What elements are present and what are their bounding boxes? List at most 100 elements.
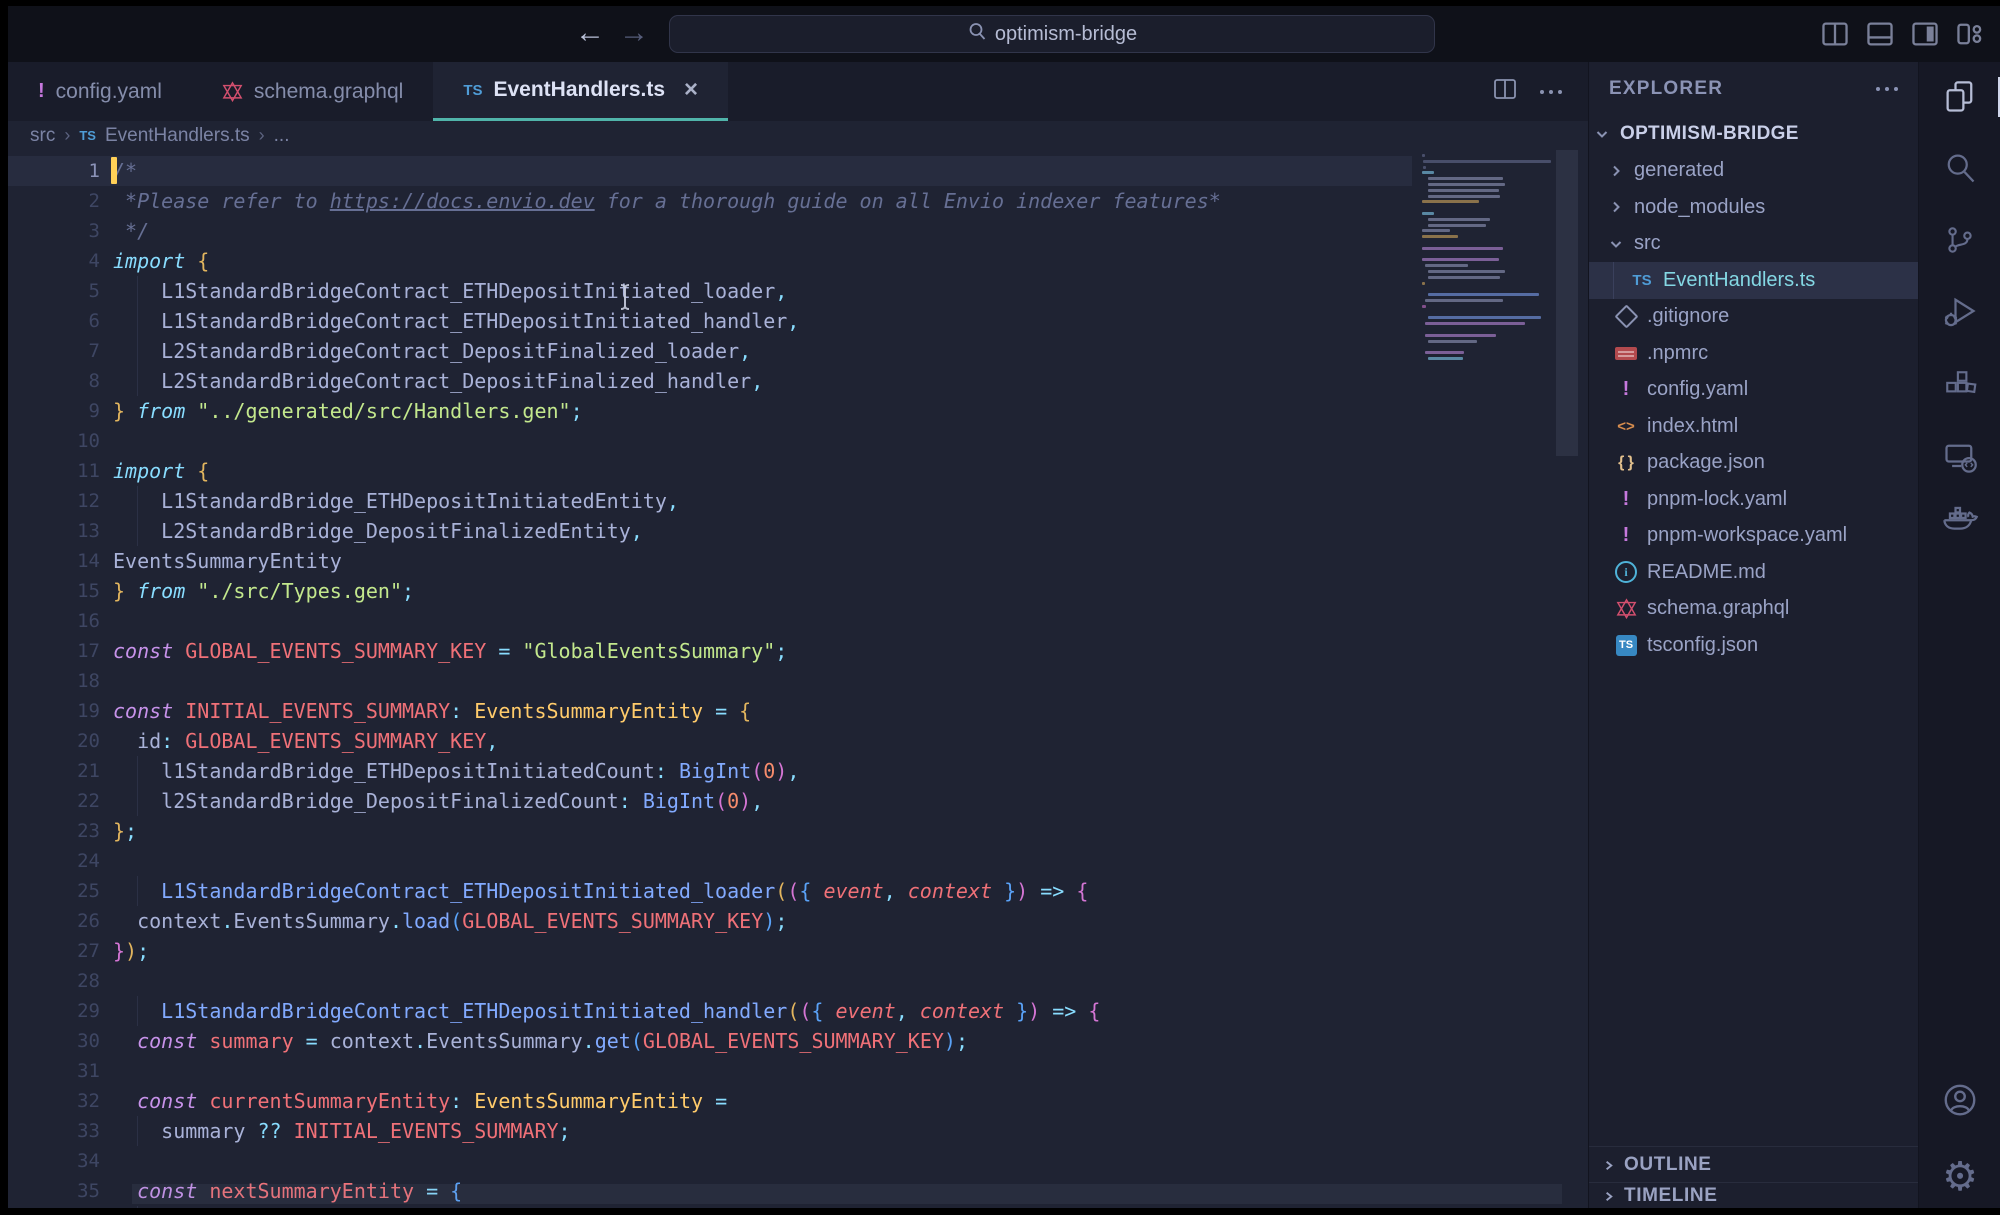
code-line-content[interactable]: /* (100, 156, 137, 186)
tab-schema.graphql[interactable]: schema.graphql (192, 62, 433, 121)
line-number: 13 (8, 516, 100, 546)
tree-item-README.md[interactable]: iREADME.md (1589, 554, 1918, 591)
code-line-content[interactable]: const summary = context.EventsSummary.ge… (100, 1026, 968, 1056)
tree-item-pnpm-workspace.yaml[interactable]: !pnpm-workspace.yaml (1589, 518, 1918, 555)
tree-item-tsconfig.json[interactable]: TStsconfig.json (1589, 627, 1918, 664)
tree-item-generated[interactable]: generated (1589, 153, 1918, 190)
tree-item-EventHandlers.ts[interactable]: TSEventHandlers.ts (1589, 262, 1918, 299)
activity-remote-explorer-icon[interactable] (1938, 435, 1982, 479)
tree-item-label: config.yaml (1647, 378, 1748, 401)
code-line: 26 context.EventsSummary.load(GLOBAL_EVE… (8, 906, 1412, 936)
navigate-forward-icon[interactable]: → (616, 16, 652, 50)
minimap-line (1422, 235, 1458, 238)
code-line-content[interactable]: L1StandardBridge_ETHDepositInitiatedEnti… (100, 486, 679, 516)
vertical-scrollbar[interactable] (1556, 150, 1578, 456)
code-line-content[interactable]: ...currentSummaryEntity, (100, 1206, 450, 1208)
tree-item-node_modules[interactable]: node_modules (1589, 189, 1918, 226)
activity-files-icon[interactable] (1938, 75, 1982, 119)
code-line-content[interactable]: const GLOBAL_EVENTS_SUMMARY_KEY = "Globa… (100, 636, 787, 666)
code-line-content[interactable]: }; (100, 816, 137, 846)
indent-guide (137, 306, 138, 336)
breadcrumb-folder[interactable]: src (30, 125, 55, 147)
breadcrumb-more[interactable]: ... (274, 125, 290, 147)
code-line-content[interactable]: *Please refer to https://docs.envio.dev … (100, 186, 1221, 216)
timeline-section-header[interactable]: TIMELINE (1589, 1182, 1918, 1208)
tree-item-.npmrc[interactable]: .npmrc (1589, 335, 1918, 372)
code-line-content[interactable]: l1StandardBridge_ETHDepositInitiatedCoun… (100, 756, 799, 786)
code-line-content[interactable] (100, 966, 113, 996)
tab-config.yaml[interactable]: !config.yaml (8, 62, 192, 121)
code-line-content[interactable]: const currentSummaryEntity: EventsSummar… (100, 1086, 727, 1116)
close-tab-icon[interactable]: × (684, 76, 698, 104)
code-line-content[interactable] (100, 846, 113, 876)
yaml-file-icon: ! (1623, 488, 1630, 511)
split-editor-icon[interactable] (1492, 76, 1518, 107)
minimap-line (1422, 282, 1425, 285)
code-line-content[interactable]: L2StandardBridgeContract_DepositFinalize… (100, 366, 763, 396)
code-line-content[interactable]: L2StandardBridge_DepositFinalizedEntity, (100, 516, 643, 546)
code-line-content[interactable]: EventsSummaryEntity (100, 546, 342, 576)
breadcrumb-file[interactable]: EventHandlers.ts (105, 125, 250, 147)
activity-docker-icon[interactable] (1938, 496, 1982, 540)
code-line-content[interactable] (100, 1146, 113, 1176)
outline-section-header[interactable]: OUTLINE (1589, 1146, 1918, 1183)
graphql-file-icon (1616, 598, 1637, 619)
code-line-content[interactable]: L1StandardBridgeContract_ETHDepositIniti… (100, 306, 799, 336)
tab-EventHandlers.ts[interactable]: TSEventHandlers.ts× (433, 62, 728, 121)
chevron-down-icon (1593, 126, 1611, 142)
tree-item-config.yaml[interactable]: !config.yaml (1589, 372, 1918, 409)
tree-item-OPTIMISM-BRIDGE[interactable]: OPTIMISM-BRIDGE (1589, 116, 1918, 153)
code-line-content[interactable]: */ (100, 216, 149, 246)
file-tree: OPTIMISM-BRIDGEgeneratednode_modulessrcT… (1589, 116, 1918, 664)
minimap-line (1422, 200, 1479, 203)
tree-item-index.html[interactable]: <>index.html (1589, 408, 1918, 445)
code-line-content[interactable]: } from "../generated/src/Handlers.gen"; (100, 396, 583, 426)
customize-layout-icon[interactable] (1954, 18, 1986, 50)
navigate-back-icon[interactable]: ← (572, 16, 608, 50)
code-line-content[interactable]: const INITIAL_EVENTS_SUMMARY: EventsSumm… (100, 696, 751, 726)
code-line-content[interactable]: summary ?? INITIAL_EVENTS_SUMMARY; (100, 1116, 571, 1146)
split-editor-icon[interactable] (1819, 18, 1851, 50)
tree-item-schema.graphql[interactable]: schema.graphql (1589, 591, 1918, 628)
code-line-content[interactable] (100, 666, 113, 696)
horizontal-scrollbar[interactable] (132, 1184, 1562, 1204)
code-line-content[interactable]: l2StandardBridge_DepositFinalizedCount: … (100, 786, 763, 816)
code-line-content[interactable]: }); (100, 936, 149, 966)
code-line-content[interactable] (100, 426, 113, 456)
line-number: 5 (8, 276, 100, 306)
activity-search-icon[interactable] (1938, 146, 1982, 190)
minimap[interactable] (1420, 150, 1554, 530)
line-number: 34 (8, 1146, 100, 1176)
minimap-line (1428, 224, 1486, 227)
toggle-secondary-sidebar-icon[interactable] (1909, 18, 1941, 50)
code-line-content[interactable]: L1StandardBridgeContract_ETHDepositIniti… (100, 996, 1100, 1026)
tree-item-src[interactable]: src (1589, 226, 1918, 263)
editor-more-actions-icon[interactable] (1540, 90, 1562, 94)
code-line-content[interactable]: import { (100, 246, 209, 276)
code-line-content[interactable]: context.EventsSummary.load(GLOBAL_EVENTS… (100, 906, 787, 936)
activity-extensions-icon[interactable] (1938, 363, 1982, 407)
code-line-content[interactable]: L1StandardBridgeContract_ETHDepositIniti… (100, 876, 1088, 906)
code-line-content[interactable]: L1StandardBridgeContract_ETHDepositIniti… (100, 276, 787, 306)
toggle-panel-icon[interactable] (1864, 18, 1896, 50)
text-cursor (111, 157, 117, 184)
tree-item-pnpm-lock.yaml[interactable]: !pnpm-lock.yaml (1589, 481, 1918, 518)
code-line-content[interactable] (100, 606, 113, 636)
code-line: 30 const summary = context.EventsSummary… (8, 1026, 1412, 1056)
code-editor[interactable]: 1/*2 *Please refer to https://docs.envio… (8, 150, 1588, 1208)
activity-run-debug-icon[interactable] (1938, 289, 1982, 333)
explorer-more-actions-icon[interactable] (1876, 87, 1898, 91)
code-line-content[interactable]: import { (100, 456, 209, 486)
activity-account-icon[interactable] (1938, 1078, 1982, 1122)
activity-settings-icon[interactable]: ⚙ (1938, 1155, 1982, 1199)
code-line-content[interactable]: } from "./src/Types.gen"; (100, 576, 414, 606)
code-line-content[interactable]: id: GLOBAL_EVENTS_SUMMARY_KEY, (100, 726, 498, 756)
code-line: 6 L1StandardBridgeContract_ETHDepositIni… (8, 306, 1412, 336)
activity-source-control-icon[interactable] (1938, 218, 1982, 262)
code-line-content[interactable] (100, 1056, 113, 1086)
tree-item-.gitignore[interactable]: .gitignore (1589, 299, 1918, 336)
code-line-content[interactable]: L2StandardBridgeContract_DepositFinalize… (100, 336, 751, 366)
command-center-search[interactable]: optimism-bridge (669, 15, 1435, 53)
tree-item-package.json[interactable]: { }package.json (1589, 445, 1918, 482)
timeline-label: TIMELINE (1624, 1185, 1717, 1207)
